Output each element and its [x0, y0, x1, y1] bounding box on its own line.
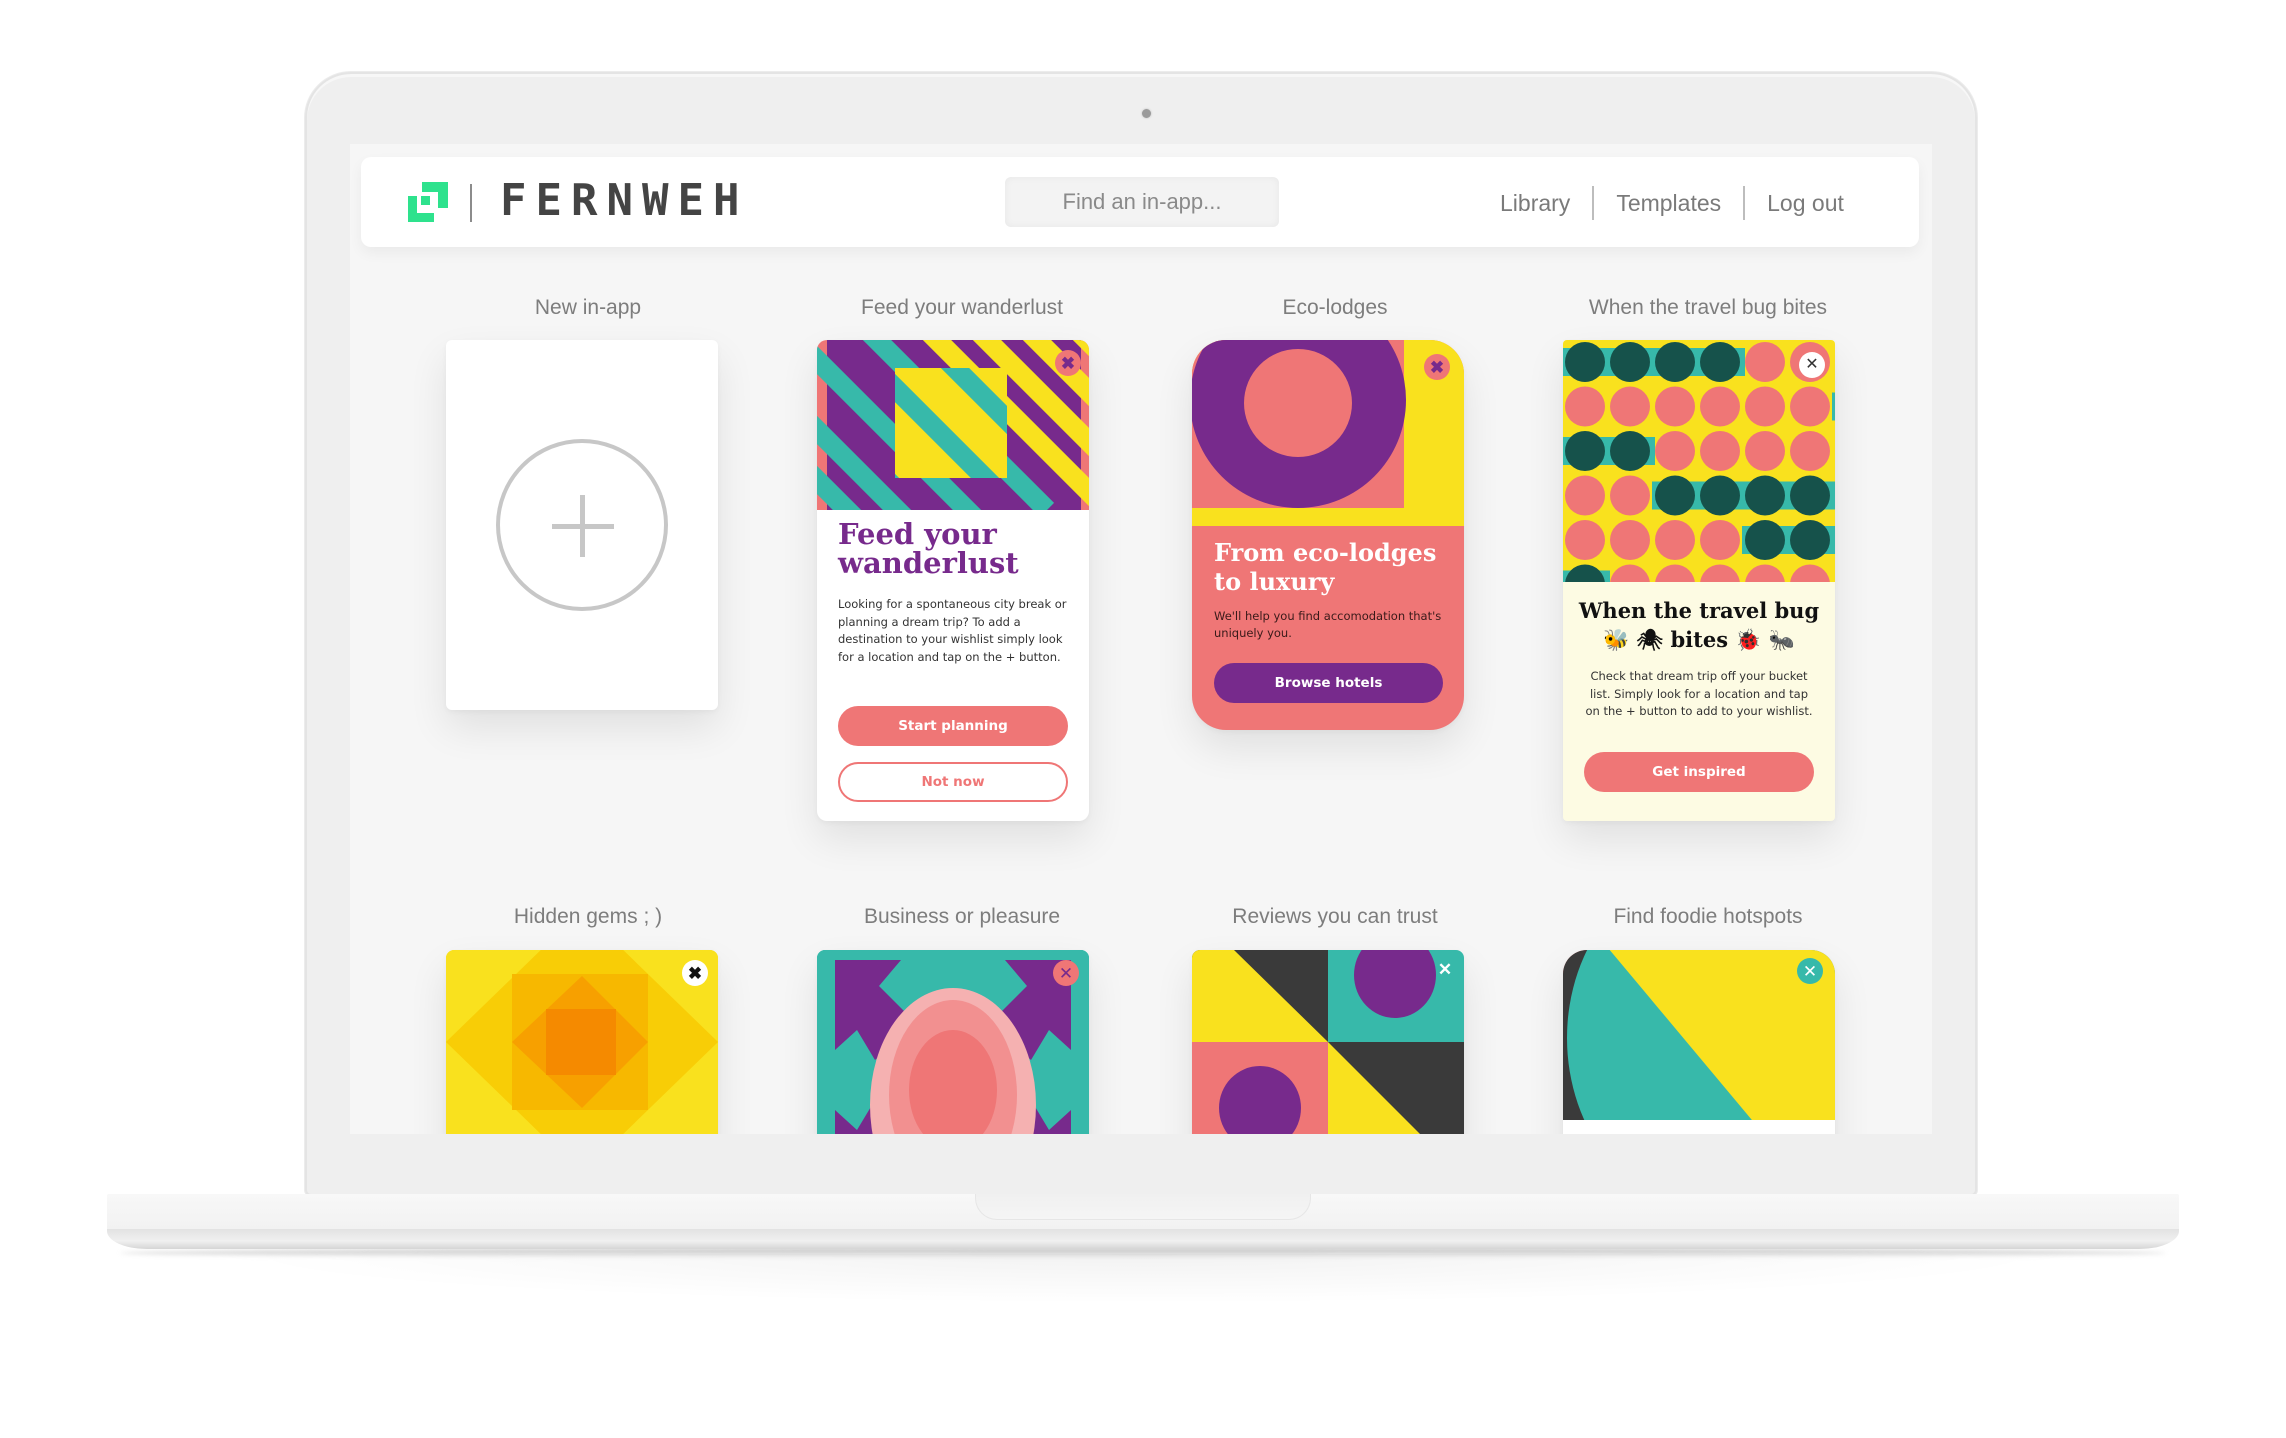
close-icon[interactable]: ✖ — [1424, 354, 1450, 380]
pattern-band — [1832, 392, 1835, 421]
card-title-line2: 🐝 🕷 bites 🐞 🐜 — [1603, 627, 1795, 652]
card-title: From eco-lodges to luxury — [1214, 538, 1437, 596]
start-planning-button[interactable]: Start planning — [838, 706, 1068, 746]
hidden-gems-card[interactable]: ✖ — [446, 950, 718, 1134]
laptop-base-shadow — [120, 1248, 2166, 1258]
foodie-circle-art — [1563, 950, 1835, 1134]
pattern-dot — [1745, 342, 1785, 382]
pattern-dot — [1790, 475, 1830, 516]
close-icon[interactable]: ✖ — [682, 960, 708, 986]
pattern-dot — [1565, 475, 1605, 516]
pattern-dot — [1655, 386, 1695, 427]
card-body-text: Check that dream trip off your bucket li… — [1585, 669, 1813, 718]
close-icon[interactable]: ✕ — [1432, 956, 1458, 982]
pattern-dot — [1565, 386, 1605, 427]
foodie-card[interactable]: ✕ — [1563, 950, 1835, 1134]
pattern-dot — [1790, 520, 1830, 560]
pattern-dot — [1565, 342, 1605, 382]
wanderlust-card[interactable]: ✖ Feed your wanderlust Looking for a spo… — [817, 340, 1089, 821]
pattern-dot — [1565, 520, 1605, 560]
pattern-dot — [1610, 386, 1650, 427]
brand-wordmark[interactable]: FERNWEH — [500, 176, 748, 226]
travel-bug-card[interactable]: ✕ When the travel bug 🐝 🕷 bites 🐞 🐜 Chec… — [1563, 340, 1835, 821]
pattern-dot — [1610, 342, 1650, 382]
card-label-eco-lodges: Eco-lodges — [1282, 296, 1388, 319]
card-title: Feed your wanderlust — [838, 517, 1019, 580]
pattern-dot — [1655, 342, 1695, 382]
pattern-dot — [1610, 475, 1650, 516]
pattern-dot — [1655, 431, 1695, 471]
pattern-dot — [1790, 386, 1830, 427]
eco-lodges-card[interactable]: ✖ From eco-lodges to luxury We'll help y… — [1192, 340, 1464, 730]
reviews-geometric-art — [1192, 950, 1464, 1134]
card-label-reviews: Reviews you can trust — [1232, 905, 1438, 928]
get-inspired-button[interactable]: Get inspired — [1584, 752, 1814, 792]
close-icon[interactable]: ✕ — [1799, 352, 1825, 378]
laptop-screen: FERNWEH Library Templates Log out New in… — [350, 144, 1932, 1134]
travel-bug-dots-art — [1563, 340, 1835, 582]
close-icon[interactable]: ✕ — [1053, 960, 1079, 986]
card-label-hidden-gems: Hidden gems ; ) — [513, 905, 663, 928]
nav-templates-link[interactable]: Templates — [1616, 186, 1721, 220]
not-now-button[interactable]: Not now — [838, 762, 1068, 802]
pattern-dot — [1745, 386, 1785, 427]
pattern-dot — [1700, 475, 1740, 516]
logo-divider — [470, 184, 472, 222]
business-pleasure-art — [817, 950, 1089, 1134]
card-label-business-pleasure: Business or pleasure — [863, 905, 1061, 928]
pattern-dot — [1565, 431, 1605, 471]
reviews-card[interactable]: ✕ — [1192, 950, 1464, 1134]
pattern-dot — [1655, 520, 1695, 560]
browse-hotels-button[interactable]: Browse hotels — [1214, 663, 1443, 703]
card-label-foodie: Find foodie hotspots — [1613, 905, 1803, 928]
new-in-app-card[interactable] — [446, 340, 718, 710]
pattern-dot — [1700, 386, 1740, 427]
hidden-gems-diamond-art — [446, 950, 718, 1134]
camera-icon — [1142, 109, 1151, 118]
business-pleasure-card[interactable]: ✕ — [817, 950, 1089, 1134]
wanderlust-pattern-art — [817, 340, 1089, 510]
laptop-notch — [975, 1194, 1311, 1220]
nav-logout-link[interactable]: Log out — [1767, 186, 1844, 220]
nav-divider — [1743, 186, 1746, 220]
card-label-travel-bug: When the travel bug bites — [1588, 296, 1828, 319]
close-icon[interactable]: ✖ — [1055, 350, 1081, 376]
pattern-dot — [1745, 431, 1785, 471]
pattern-dot — [1700, 342, 1740, 382]
pattern-dot — [1790, 431, 1830, 471]
card-label-wanderlust: Feed your wanderlust — [861, 296, 1063, 319]
nav-divider — [1592, 186, 1595, 220]
pattern-dot — [1610, 520, 1650, 560]
plus-circle-icon[interactable] — [496, 439, 668, 611]
pattern-dot — [1745, 475, 1785, 516]
fernweh-logo-icon[interactable] — [408, 182, 448, 222]
card-body-text: We'll help you find accomodation that's … — [1214, 609, 1442, 640]
card-label-new-in-app: New in-app — [534, 296, 642, 319]
pattern-dot — [1700, 431, 1740, 471]
close-icon[interactable]: ✕ — [1797, 958, 1823, 984]
search-input[interactable] — [1005, 177, 1279, 227]
pattern-dot — [1655, 475, 1695, 516]
laptop-floor-shadow — [220, 1254, 2070, 1304]
pattern-dot — [1610, 431, 1650, 471]
laptop-base-bevel — [107, 1229, 2179, 1249]
pattern-dot — [1700, 520, 1740, 560]
nav-library-link[interactable]: Library — [1500, 186, 1570, 220]
card-body-text: Looking for a spontaneous city break or … — [838, 597, 1067, 664]
card-title-line1: When the travel bug — [1578, 598, 1820, 623]
pattern-dot — [1745, 520, 1785, 560]
header-nav: Library Templates Log out — [1500, 186, 1844, 220]
